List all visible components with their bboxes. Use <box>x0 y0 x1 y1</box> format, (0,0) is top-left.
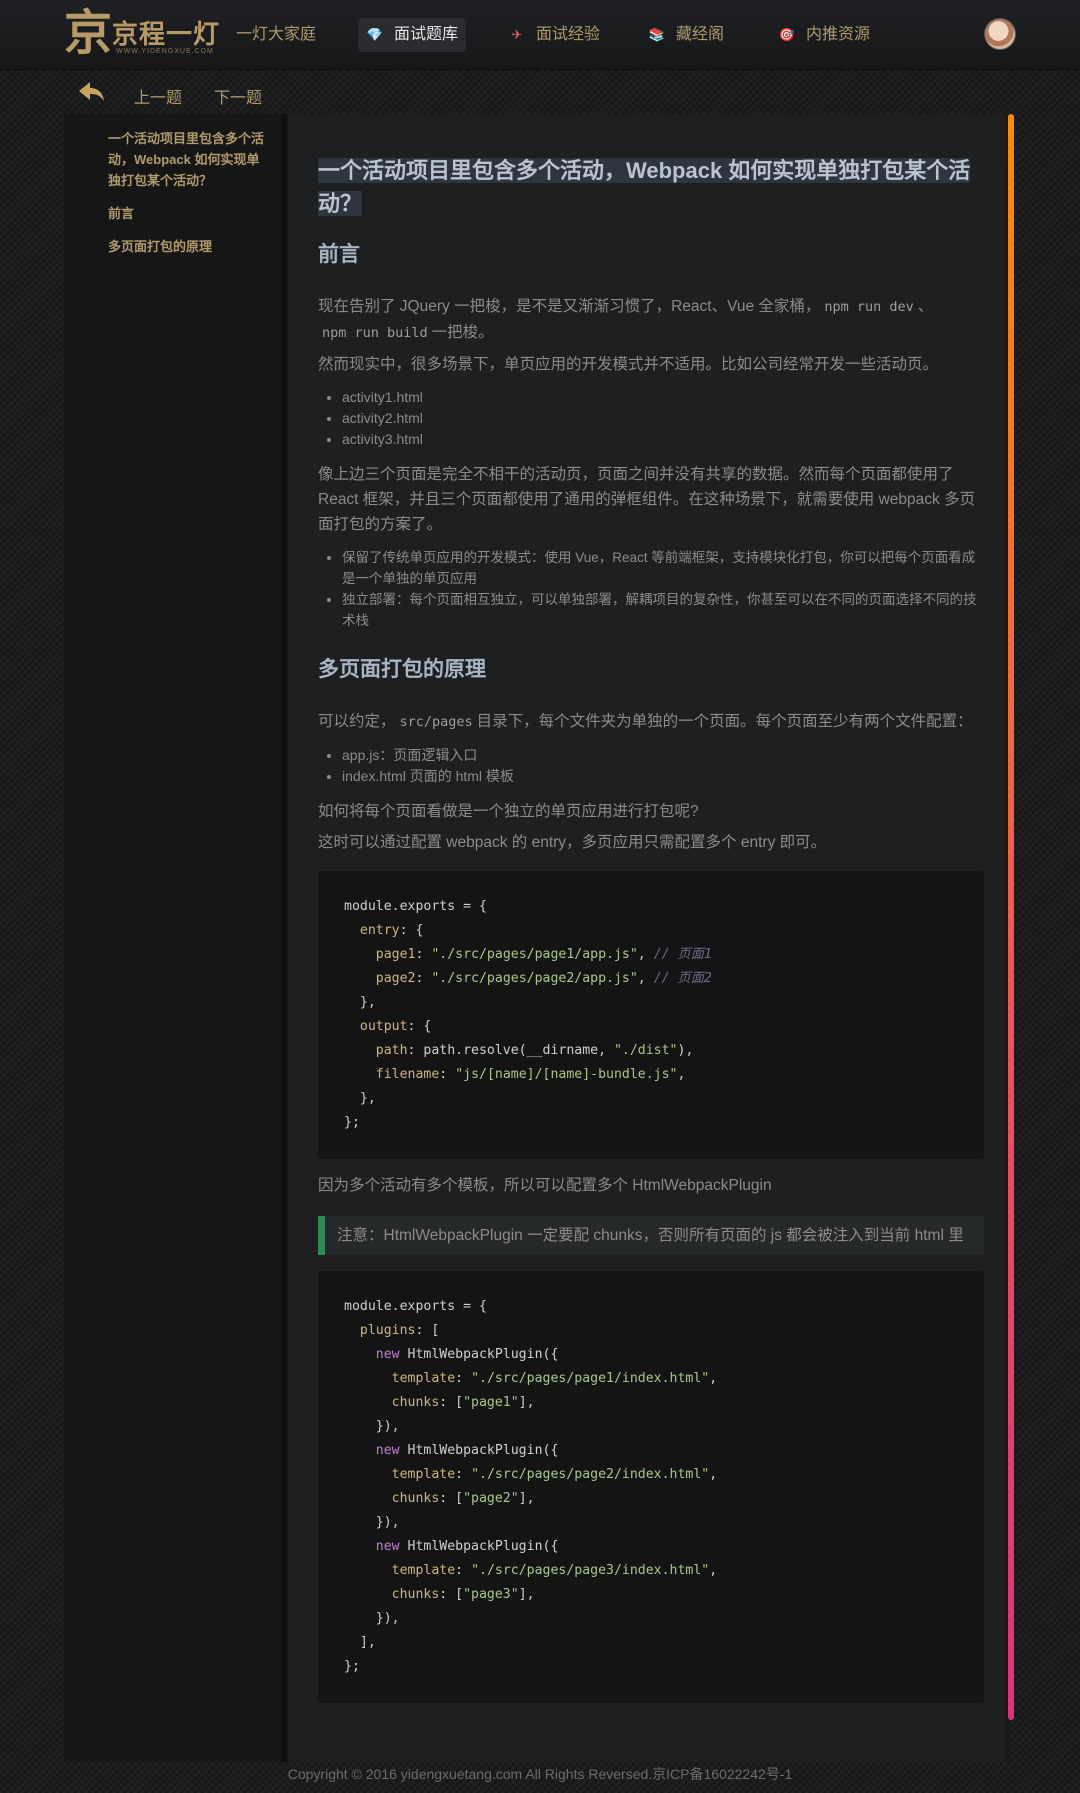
section-heading-preface: 前言 <box>318 243 360 266</box>
inline-code: npm run dev <box>824 299 914 315</box>
table-of-contents: 一个活动项目里包含多个活动，Webpack 如何实现单独打包某个活动？ 前言 多… <box>108 128 266 269</box>
nav-item-question-bank[interactable]: 💎 面试题库 <box>358 18 467 52</box>
logo-text: 京程一灯 <box>112 20 221 50</box>
code-block-plugins: module.exports = { plugins: [ new HtmlWe… <box>318 1271 984 1703</box>
target-icon: 🎯 <box>778 27 796 42</box>
list-item: index.html 页面的 html 模板 <box>342 766 984 787</box>
nav-item-label: 面试题库 <box>394 26 459 43</box>
paragraph: 像上边三个页面是完全不相干的活动页，页面之间并没有共享的数据。然而每个页面都使用… <box>318 466 976 533</box>
diamond-icon: 💎 <box>366 27 384 42</box>
inline-code: src/pages <box>399 714 473 730</box>
article-content: 一个活动项目里包含多个活动，Webpack 如何实现单独打包某个活动？ 前言 现… <box>288 114 1006 1762</box>
section-heading-principle: 多页面打包的原理 <box>318 658 486 681</box>
page-footer: Copyright © 2016 yidengxuetang.com All R… <box>287 1766 793 1782</box>
list-item: 保留了传统单页应用的开发模式：使用 Vue，React 等前端框架，支持模块化打… <box>342 547 984 589</box>
text-span: 一把梭。 <box>431 324 494 341</box>
nav-item-library[interactable]: 📚 藏经阁 <box>640 18 732 52</box>
nav-item-referral[interactable]: 🎯 内推资源 <box>770 18 878 52</box>
paragraph: 如何将每个页面看做是一个独立的单页应用进行打包呢? <box>318 803 699 820</box>
nav-item-label: 内推资源 <box>806 26 871 43</box>
text-span: 可以约定， <box>318 713 396 730</box>
nav-item-interview-experience[interactable]: ✈ 面试经验 <box>500 18 608 52</box>
text-span: 、 <box>917 298 934 315</box>
inline-code: npm run build <box>322 325 428 341</box>
toc-item-title[interactable]: 一个活动项目里包含多个活动，Webpack 如何实现单独打包某个活动？ <box>108 128 266 191</box>
prev-question-link[interactable]: 上一题 <box>134 84 182 108</box>
question-navigation-bar: 上一题 下一题 <box>64 72 1010 114</box>
note-callout: 注意：HtmlWebpackPlugin 一定要配 chunks，否则所有页面的… <box>318 1216 984 1255</box>
user-avatar[interactable] <box>984 18 1016 50</box>
nav-item-label: 面试经验 <box>536 26 601 43</box>
site-logo[interactable]: 京 京程一灯 WWW.YIDENGXUE.COM <box>64 8 226 58</box>
list-item: app.js：页面逻辑入口 <box>342 745 984 766</box>
nav-item-label: 藏经阁 <box>676 26 725 43</box>
list-item: activity2.html <box>342 408 984 429</box>
logo-mark-icon: 京 <box>64 5 113 61</box>
article-body: 一个活动项目里包含多个活动，Webpack 如何实现单独打包某个活动？ 前言 现… <box>318 154 984 1717</box>
paragraph: 可以约定， src/pages 目录下，每个文件夹为单独的一个页面。每个页面至少有两… <box>318 709 984 735</box>
paragraph: 这时可以通过配置 webpack 的 entry，多页应用只需配置多个 entr… <box>318 834 827 851</box>
paragraph: 因为多个活动有多个模板，所以可以配置多个 HtmlWebpackPlugin <box>318 1177 772 1194</box>
top-navbar: 京 京程一灯 WWW.YIDENGXUE.COM 一灯大家庭 💎 面试题库 ✈ 面试… <box>0 0 1080 70</box>
benefits-list: 保留了传统单页应用的开发模式：使用 Vue，React 等前端框架，支持模块化打… <box>342 547 984 631</box>
logo-subtext: WWW.YIDENGXUE.COM <box>116 48 214 55</box>
next-question-link[interactable]: 下一题 <box>214 84 262 108</box>
nav-item-label: 一灯大家庭 <box>236 26 317 43</box>
file-list: app.js：页面逻辑入口 index.html 页面的 html 模板 <box>342 745 984 787</box>
activity-list: activity1.html activity2.html activity3.… <box>342 387 984 450</box>
books-icon: 📚 <box>648 27 666 42</box>
text-span: 现在告别了 JQuery 一把梭，是不是又渐渐习惯了，React、Vue 全家桶… <box>318 298 821 315</box>
scrollbar-thumb[interactable] <box>1008 114 1014 1720</box>
back-arrow-icon[interactable] <box>78 80 106 104</box>
nav-item-family[interactable]: 一灯大家庭 <box>228 18 324 52</box>
paragraph: 然而现实中，很多场景下，单页应用的开发模式并不适用。比如公司经常开发一些活动页。 <box>318 356 939 373</box>
text-span: 目录下，每个文件夹为单独的一个页面。每个页面至少有两个文件配置： <box>476 713 973 730</box>
paragraph: 现在告别了 JQuery 一把梭，是不是又渐渐习惯了，React、Vue 全家桶… <box>318 294 984 346</box>
toc-item-preface[interactable]: 前言 <box>108 203 266 224</box>
plane-icon: ✈ <box>511 27 523 42</box>
article-title: 一个活动项目里包含多个活动，Webpack 如何实现单独打包某个活动？ <box>318 158 971 216</box>
toc-sidebar: 一个活动项目里包含多个活动，Webpack 如何实现单独打包某个活动？ 前言 多… <box>64 114 290 1762</box>
list-item: activity1.html <box>342 387 984 408</box>
list-item: activity3.html <box>342 429 984 450</box>
list-item: 独立部署：每个页面相互独立，可以单独部署，解耦项目的复杂性，你甚至可以在不同的页… <box>342 589 984 631</box>
main-container: 一个活动项目里包含多个活动，Webpack 如何实现单独打包某个活动？ 前言 多… <box>64 114 1010 1762</box>
code-block-entry: module.exports = { entry: { page1: "./sr… <box>318 871 984 1159</box>
toc-item-principle[interactable]: 多页面打包的原理 <box>108 236 266 257</box>
